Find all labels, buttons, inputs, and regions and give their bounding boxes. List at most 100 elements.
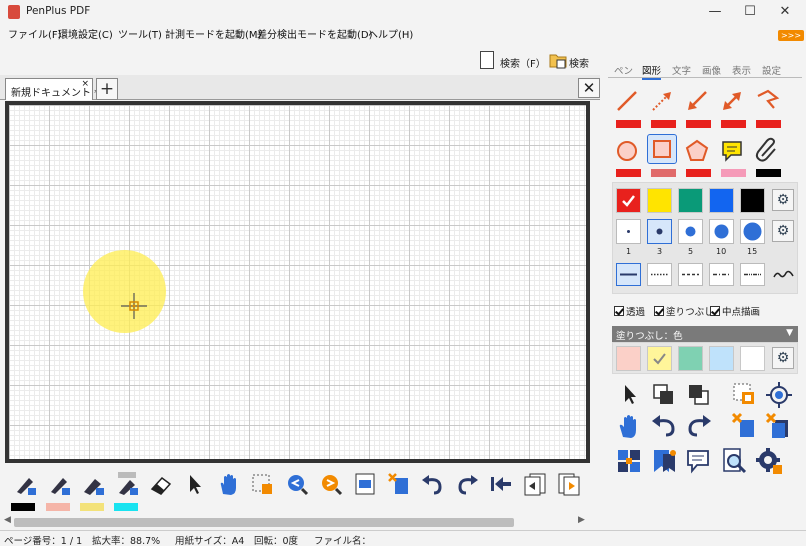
expand-badge[interactable]: >>> <box>778 30 804 41</box>
scrollbar-thumb[interactable] <box>14 518 514 527</box>
line-tool-icon[interactable] <box>612 86 642 116</box>
delete-selected-icon[interactable] <box>730 411 760 441</box>
search-button[interactable]: 検索（F） <box>480 51 546 71</box>
menu-preferences[interactable]: 環境設定(C) <box>58 26 113 41</box>
drawing-canvas[interactable] <box>9 105 586 459</box>
color-black-button[interactable] <box>740 188 765 213</box>
next-page-icon[interactable] <box>556 472 582 496</box>
search-annotations-icon[interactable] <box>719 446 749 476</box>
width-1-button[interactable] <box>616 219 641 244</box>
comment-tool-icon[interactable] <box>717 136 747 166</box>
color-blue-button[interactable] <box>709 188 734 213</box>
arrow-start-tool-icon[interactable] <box>682 86 712 116</box>
folder-search-button[interactable]: 検索 <box>549 51 595 71</box>
width-5-button[interactable] <box>678 219 703 244</box>
width-settings-gear-icon[interactable]: ⚙ <box>772 220 794 242</box>
close-document-button[interactable]: ✕ <box>578 78 600 98</box>
eraser-icon[interactable] <box>148 472 174 496</box>
color-yellow-button[interactable] <box>647 188 672 213</box>
tab-view[interactable]: 表示 <box>732 63 751 77</box>
transparent-checkbox[interactable]: 透過 <box>614 304 645 318</box>
polyline-tool-icon[interactable] <box>752 86 782 116</box>
menu-measure-mode[interactable]: 計測モードを起動(M) <box>165 26 261 41</box>
tab-image[interactable]: 画像 <box>702 63 721 77</box>
delete-all-icon[interactable] <box>764 411 794 441</box>
pen-black-icon[interactable] <box>12 472 38 496</box>
line-dotted-button[interactable] <box>647 263 672 286</box>
panel-settings-gear-icon[interactable] <box>754 446 784 476</box>
actual-size-icon[interactable] <box>352 472 378 496</box>
previous-page-icon[interactable] <box>522 472 548 496</box>
tab-settings[interactable]: 設定 <box>762 63 781 77</box>
scroll-left-icon[interactable]: ◀ <box>4 515 11 525</box>
color-settings-gear-icon[interactable]: ⚙ <box>772 189 794 211</box>
menu-help[interactable]: ヘルプ(H) <box>368 26 413 41</box>
line-dash-dot-button[interactable] <box>709 263 734 286</box>
add-tab-button[interactable]: + <box>96 78 118 100</box>
select-arrow-icon[interactable] <box>182 472 208 496</box>
object-select-icon[interactable] <box>614 380 644 410</box>
hand-pan-icon[interactable] <box>216 472 242 496</box>
marker-icon[interactable] <box>80 472 106 496</box>
fill-color-white[interactable] <box>740 346 765 371</box>
target-icon[interactable] <box>764 380 794 410</box>
swatch-yellow[interactable] <box>80 503 104 511</box>
panel-tab-strip: ペン 図形 文字 画像 表示 設定 <box>608 62 802 80</box>
center-draw-checkbox[interactable]: 中点描画 <box>710 304 760 318</box>
pen-red-icon[interactable] <box>46 472 72 496</box>
tab-new-document[interactable]: 新規ドキュメント * × <box>5 78 99 100</box>
horizontal-scrollbar[interactable]: ◀ ▶ <box>0 515 590 529</box>
fill-color-pink[interactable] <box>616 346 641 371</box>
attachment-clip-icon[interactable] <box>752 136 782 166</box>
line-dash-dot-dot-button[interactable] <box>740 263 765 286</box>
send-back-icon[interactable] <box>684 380 714 410</box>
menu-diff-mode[interactable]: 差分検出モードを起動(D) <box>257 26 373 41</box>
close-button[interactable]: ✕ <box>762 0 806 24</box>
arrow-tool-icon[interactable] <box>647 86 677 116</box>
menu-tools[interactable]: ツール(T) <box>118 26 162 41</box>
fill-color-green[interactable] <box>678 346 703 371</box>
menu-file[interactable]: ファイル(F) <box>8 26 62 41</box>
pan-hand-icon[interactable] <box>614 411 644 441</box>
bookmark-icon[interactable] <box>649 446 679 476</box>
zoom-out-icon[interactable] <box>284 472 310 496</box>
fill-checkbox[interactable]: 塗りつぶし <box>654 304 714 318</box>
scroll-right-icon[interactable]: ▶ <box>578 515 585 525</box>
rectangle-tool-button[interactable] <box>647 134 677 164</box>
delete-page-icon[interactable] <box>386 472 412 496</box>
line-wave-button[interactable] <box>771 263 796 286</box>
polygon-tool-icon[interactable] <box>682 136 712 166</box>
zoom-in-icon[interactable] <box>318 472 344 496</box>
tab-close-icon[interactable]: × <box>81 79 89 89</box>
area-select-icon[interactable] <box>250 472 276 496</box>
width-15-button[interactable] <box>740 219 765 244</box>
swatch-cyan[interactable] <box>114 503 138 511</box>
line-dashed-button[interactable] <box>678 263 703 286</box>
width-10-button[interactable] <box>709 219 734 244</box>
line-solid-button[interactable] <box>616 263 641 286</box>
fill-settings-gear-icon[interactable]: ⚙ <box>772 347 794 369</box>
tab-shapes[interactable]: 図形 <box>642 63 662 80</box>
swatch-black[interactable] <box>11 503 35 511</box>
comment-list-icon[interactable] <box>684 446 714 476</box>
swatch-pink[interactable] <box>46 503 70 511</box>
tab-pen[interactable]: ペン <box>614 63 633 77</box>
color-green-button[interactable] <box>678 188 703 213</box>
fill-color-yellow[interactable] <box>647 346 672 371</box>
tab-text[interactable]: 文字 <box>672 63 691 77</box>
fill-color-blue[interactable] <box>709 346 734 371</box>
highlighter-icon[interactable] <box>114 472 140 496</box>
color-red-button[interactable] <box>616 188 641 213</box>
panel-undo-icon[interactable] <box>649 411 679 441</box>
area-capture-icon[interactable] <box>730 380 760 410</box>
fill-type-select[interactable]: 塗りつぶし：色 ▼ <box>612 326 798 342</box>
bring-front-icon[interactable] <box>649 380 679 410</box>
width-3-button[interactable] <box>647 219 672 244</box>
double-arrow-tool-icon[interactable] <box>717 86 747 116</box>
ellipse-tool-icon[interactable] <box>612 136 642 166</box>
layout-grid-icon[interactable] <box>614 446 644 476</box>
undo-icon[interactable] <box>420 472 446 496</box>
redo-icon[interactable] <box>454 472 480 496</box>
panel-redo-icon[interactable] <box>684 411 714 441</box>
first-page-icon[interactable] <box>488 472 514 496</box>
